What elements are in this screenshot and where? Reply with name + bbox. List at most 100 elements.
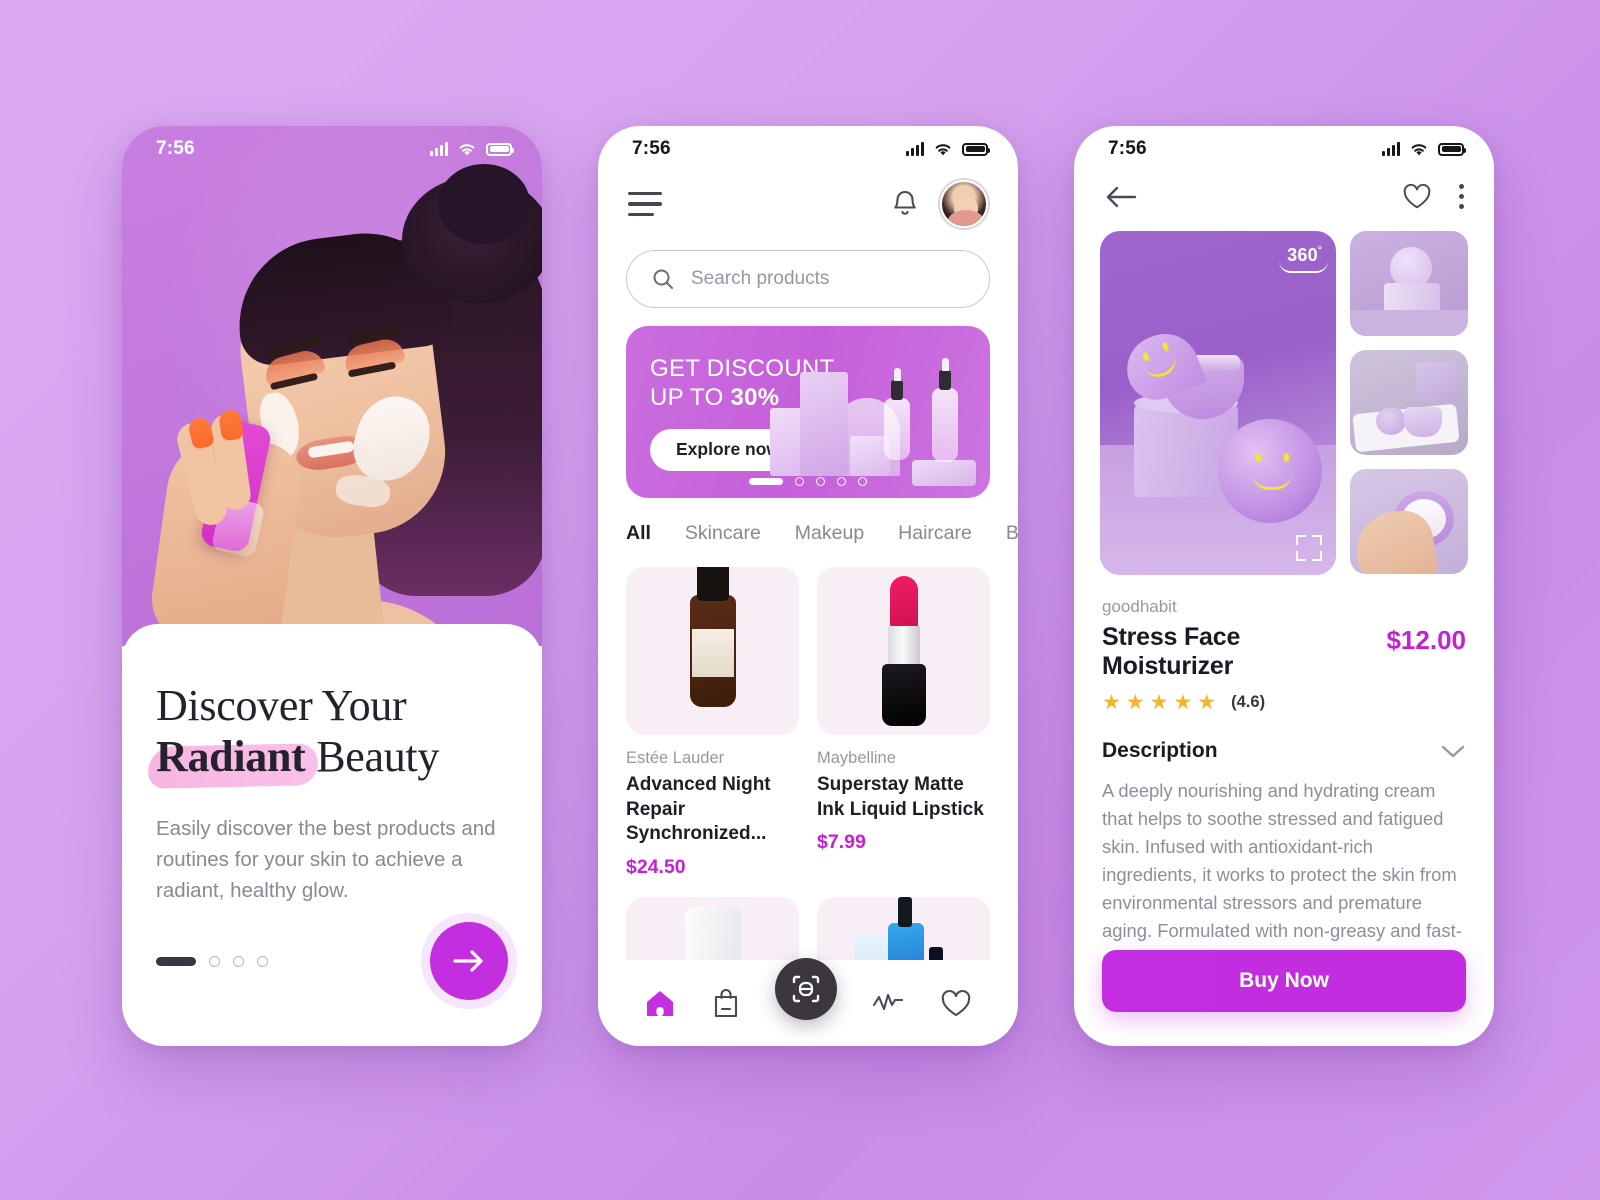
back-arrow-icon[interactable] xyxy=(1104,183,1138,211)
wifi-icon xyxy=(1411,143,1427,155)
description-header[interactable]: Description xyxy=(1102,739,1466,763)
status-bar: 7:56 xyxy=(1074,126,1494,172)
pagination-dot[interactable] xyxy=(209,955,220,967)
cellular-signal-icon xyxy=(430,142,448,156)
star-icon: ★ xyxy=(1173,691,1193,714)
banner-dot[interactable] xyxy=(795,477,804,486)
cellular-signal-icon xyxy=(1382,142,1400,156)
banner-artwork xyxy=(754,348,984,498)
star-icon: ★ xyxy=(1197,691,1217,714)
battery-icon xyxy=(486,142,514,156)
fullscreen-expand-icon[interactable] xyxy=(1296,535,1322,561)
pagination-dot[interactable] xyxy=(233,955,244,967)
search-icon xyxy=(653,269,673,289)
user-avatar[interactable] xyxy=(940,180,988,228)
phone-onboarding: 7:56 Discover Your Radiant Beauty Easily… xyxy=(122,126,542,1046)
product-main-image[interactable]: 360 ° xyxy=(1100,231,1336,575)
bottom-navigation xyxy=(598,958,1018,1046)
status-bar: 7:56 xyxy=(122,126,542,172)
badge-360-icon[interactable]: 360 ° xyxy=(1279,245,1328,273)
product-brand: Estée Lauder xyxy=(626,749,725,767)
screens-stage: 7:56 Discover Your Radiant Beauty Easily… xyxy=(0,0,1600,1200)
wifi-icon xyxy=(459,143,475,155)
notification-bell-icon[interactable] xyxy=(890,188,920,220)
thumbnail-list xyxy=(1350,231,1468,575)
wifi-icon xyxy=(935,143,951,155)
kebab-menu-icon[interactable] xyxy=(1459,184,1464,209)
topbar-actions xyxy=(890,180,988,228)
cellular-signal-icon xyxy=(906,142,924,156)
heart-icon[interactable] xyxy=(939,988,973,1019)
banner-dot-active[interactable] xyxy=(749,478,783,485)
product-title-row: Stress Face Moisturizer $12.00 xyxy=(1102,623,1466,681)
home-icon[interactable] xyxy=(643,987,677,1019)
onboarding-subcopy: Easily discover the best products and ro… xyxy=(156,816,496,903)
next-button[interactable] xyxy=(430,922,508,1000)
thumbnail[interactable] xyxy=(1350,350,1468,455)
search-input[interactable]: Search products xyxy=(626,250,990,308)
product-price: $7.99 xyxy=(817,831,866,854)
tab-skincare[interactable]: Skincare xyxy=(685,522,761,545)
model-illustration xyxy=(146,164,542,646)
star-icon: ★ xyxy=(1149,691,1169,714)
heart-icon[interactable] xyxy=(1401,182,1433,211)
section-title: Description xyxy=(1102,739,1218,762)
product-brand: goodhabit xyxy=(1102,597,1177,616)
detail-topbar xyxy=(1074,172,1494,211)
buy-now-button[interactable]: Buy Now xyxy=(1102,950,1466,1012)
hero-image xyxy=(122,126,542,646)
tab-body[interactable]: Body xyxy=(1006,522,1018,545)
page-title: Discover Your Radiant Beauty xyxy=(156,680,508,783)
tab-makeup[interactable]: Makeup xyxy=(795,522,864,545)
detail-actions xyxy=(1401,182,1464,211)
product-card[interactable]: Maybelline Superstay Matte Ink Liquid Li… xyxy=(817,567,990,879)
arrow-right-icon xyxy=(453,950,483,972)
pagination-dots[interactable] xyxy=(156,955,268,967)
badge-360-degree: ° xyxy=(1317,245,1322,256)
product-card[interactable]: Estée Lauder Advanced Night Repair Synch… xyxy=(626,567,799,879)
thumbnail[interactable] xyxy=(1350,231,1468,336)
shopping-bag-icon[interactable] xyxy=(711,987,741,1019)
pagination-dot-active[interactable] xyxy=(156,956,196,966)
headline-tail: Beauty xyxy=(305,732,440,782)
home-topbar xyxy=(598,172,1018,228)
rating-row: ★ ★ ★ ★ ★ (4.6) xyxy=(1102,692,1466,713)
chevron-down-icon[interactable] xyxy=(1440,743,1466,759)
banner-dot[interactable] xyxy=(858,477,867,486)
pagination-dot[interactable] xyxy=(257,955,268,967)
onboarding-footer xyxy=(156,922,508,1000)
banner-dot[interactable] xyxy=(816,477,825,486)
rating-stars: ★ ★ ★ ★ ★ xyxy=(1102,692,1216,713)
thumbnail[interactable] xyxy=(1350,469,1468,574)
headline-line-1: Discover Your xyxy=(156,681,407,730)
status-time: 7:56 xyxy=(156,138,195,159)
product-image xyxy=(626,567,799,735)
status-bar: 7:56 xyxy=(598,126,1018,172)
promo-banner[interactable]: GET DISCOUNT UP TO 30% Explore now xyxy=(626,326,990,498)
activity-pulse-icon[interactable] xyxy=(871,988,905,1018)
product-detail-body: goodhabit Stress Face Moisturizer $12.00… xyxy=(1074,575,1494,1001)
status-time: 7:56 xyxy=(632,138,671,159)
banner-dot[interactable] xyxy=(837,477,846,486)
status-indicators xyxy=(430,142,514,157)
status-indicators xyxy=(906,142,990,157)
star-icon: ★ xyxy=(1125,691,1145,714)
product-gallery: 360 ° xyxy=(1074,211,1494,575)
banner-pagination[interactable] xyxy=(749,477,867,486)
scan-button[interactable] xyxy=(775,958,837,1020)
status-time: 7:56 xyxy=(1108,138,1147,159)
product-image xyxy=(817,567,990,735)
tab-haircare[interactable]: Haircare xyxy=(898,522,972,545)
hamburger-menu-icon[interactable] xyxy=(628,191,662,217)
battery-icon xyxy=(962,142,990,156)
product-price: $24.50 xyxy=(626,856,686,879)
phone-product-detail: 7:56 360 ° goodhabit Stress Face Moistur… xyxy=(1074,126,1494,1046)
product-name: Superstay Matte Ink Liquid Lipstick xyxy=(817,774,984,820)
product-price: $12.00 xyxy=(1386,625,1466,655)
search-placeholder: Search products xyxy=(691,268,830,289)
scan-icon xyxy=(792,975,820,1003)
headline-highlight: Radiant xyxy=(156,732,306,782)
phone-home: 7:56 Search products GET DISCOUNT UP TO … xyxy=(598,126,1018,1046)
tab-all[interactable]: All xyxy=(626,522,651,545)
onboarding-sheet: Discover Your Radiant Beauty Easily disc… xyxy=(122,624,542,1046)
